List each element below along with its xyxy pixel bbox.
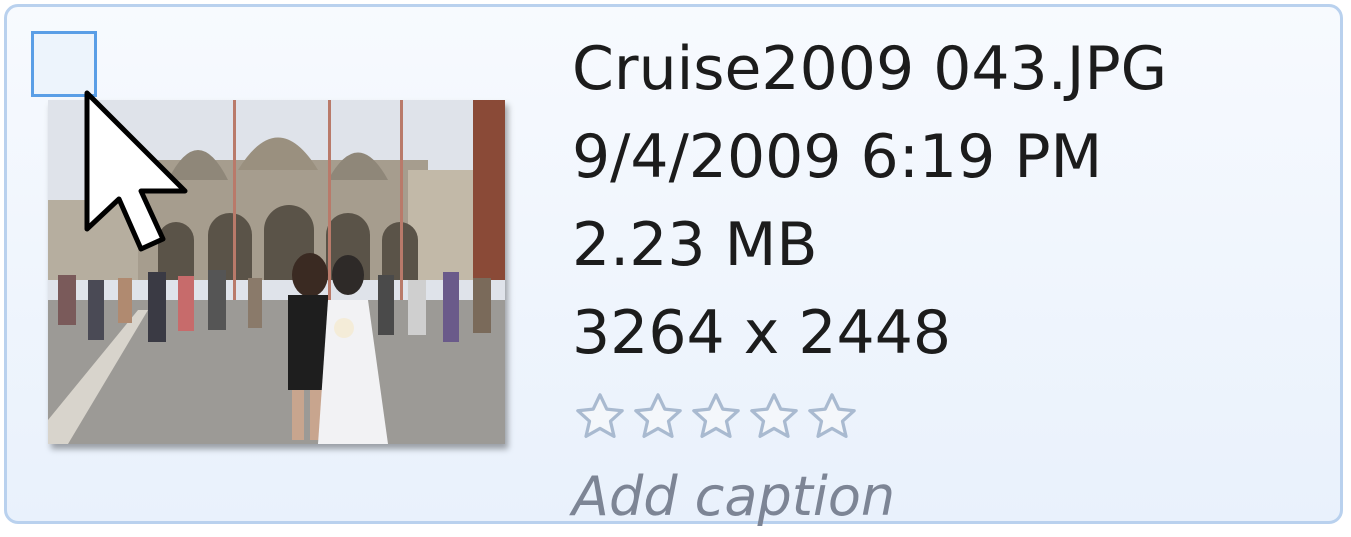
image-dimensions: 3264 x 2448 xyxy=(572,298,952,368)
date-taken: 9/4/2009 6:19 PM xyxy=(572,122,1103,192)
star-outline-icon[interactable] xyxy=(572,389,628,445)
star-outline-icon[interactable] xyxy=(746,389,802,445)
add-caption-link[interactable]: Add caption xyxy=(572,457,1332,537)
file-details: Cruise2009 043.JPG 9/4/2009 6:19 PM 2.23… xyxy=(572,25,1332,537)
star-outline-icon[interactable] xyxy=(804,389,860,445)
star-outline-icon[interactable] xyxy=(630,389,686,445)
file-size: 2.23 MB xyxy=(572,210,818,280)
file-name: Cruise2009 043.JPG xyxy=(572,34,1168,104)
select-checkbox[interactable] xyxy=(31,31,97,97)
mouse-pointer-icon xyxy=(84,90,188,252)
star-rating[interactable] xyxy=(572,377,1332,457)
star-outline-icon[interactable] xyxy=(688,389,744,445)
photo-tile[interactable]: Cruise2009 043.JPG 9/4/2009 6:19 PM 2.23… xyxy=(4,4,1343,528)
